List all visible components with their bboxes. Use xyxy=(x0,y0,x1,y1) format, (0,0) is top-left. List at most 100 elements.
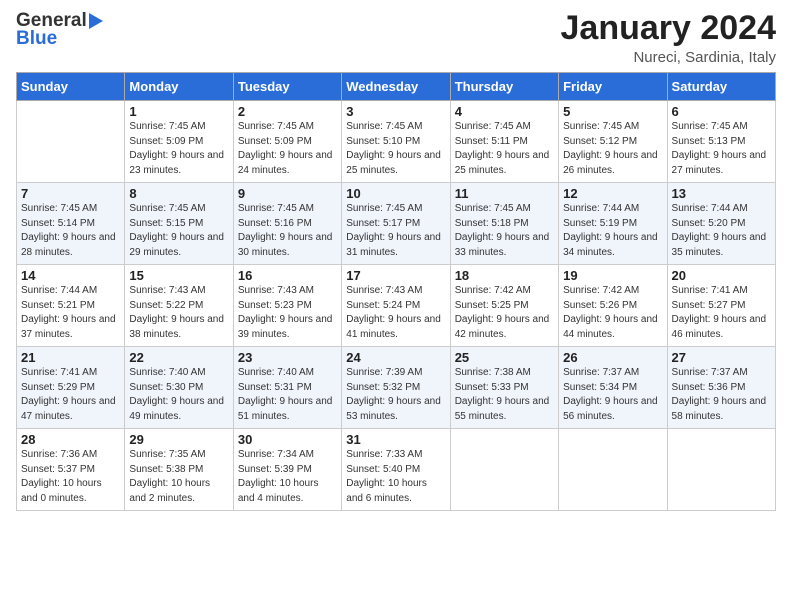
cell-info: Sunrise: 7:44 AMSunset: 5:20 PMDaylight:… xyxy=(672,202,771,260)
cell-info: Sunrise: 7:43 AMSunset: 5:23 PMDaylight:… xyxy=(238,284,337,342)
col-saturday: Saturday xyxy=(667,73,775,101)
cell-info: Sunrise: 7:44 AMSunset: 5:19 PMDaylight:… xyxy=(563,202,662,260)
table-row xyxy=(559,429,667,511)
cell-info: Sunrise: 7:40 AMSunset: 5:31 PMDaylight:… xyxy=(238,366,337,424)
table-row: 7Sunrise: 7:45 AMSunset: 5:14 PMDaylight… xyxy=(17,183,125,265)
day-number: 12 xyxy=(563,186,662,201)
cell-info: Sunrise: 7:45 AMSunset: 5:13 PMDaylight:… xyxy=(672,120,771,178)
cell-info: Sunrise: 7:44 AMSunset: 5:21 PMDaylight:… xyxy=(21,284,120,342)
table-row: 8Sunrise: 7:45 AMSunset: 5:15 PMDaylight… xyxy=(125,183,233,265)
cell-info: Sunrise: 7:33 AMSunset: 5:40 PMDaylight:… xyxy=(346,448,445,506)
day-number: 16 xyxy=(238,268,337,283)
location-title: Nureci, Sardinia, Italy xyxy=(561,49,777,66)
cell-info: Sunrise: 7:37 AMSunset: 5:36 PMDaylight:… xyxy=(672,366,771,424)
cell-info: Sunrise: 7:45 AMSunset: 5:17 PMDaylight:… xyxy=(346,202,445,260)
cell-info: Sunrise: 7:35 AMSunset: 5:38 PMDaylight:… xyxy=(129,448,228,506)
table-row: 24Sunrise: 7:39 AMSunset: 5:32 PMDayligh… xyxy=(342,347,450,429)
calendar-week-row: 14Sunrise: 7:44 AMSunset: 5:21 PMDayligh… xyxy=(17,265,776,347)
table-row: 13Sunrise: 7:44 AMSunset: 5:20 PMDayligh… xyxy=(667,183,775,265)
logo-blue: Blue xyxy=(16,28,57,49)
table-row: 14Sunrise: 7:44 AMSunset: 5:21 PMDayligh… xyxy=(17,265,125,347)
cell-info: Sunrise: 7:45 AMSunset: 5:16 PMDaylight:… xyxy=(238,202,337,260)
table-row: 25Sunrise: 7:38 AMSunset: 5:33 PMDayligh… xyxy=(450,347,558,429)
title-area: January 2024 Nureci, Sardinia, Italy xyxy=(561,10,777,66)
col-sunday: Sunday xyxy=(17,73,125,101)
table-row: 17Sunrise: 7:43 AMSunset: 5:24 PMDayligh… xyxy=(342,265,450,347)
cell-info: Sunrise: 7:40 AMSunset: 5:30 PMDaylight:… xyxy=(129,366,228,424)
col-friday: Friday xyxy=(559,73,667,101)
day-number: 18 xyxy=(455,268,554,283)
table-row: 15Sunrise: 7:43 AMSunset: 5:22 PMDayligh… xyxy=(125,265,233,347)
table-row: 16Sunrise: 7:43 AMSunset: 5:23 PMDayligh… xyxy=(233,265,341,347)
day-number: 31 xyxy=(346,432,445,447)
table-row: 31Sunrise: 7:33 AMSunset: 5:40 PMDayligh… xyxy=(342,429,450,511)
table-row: 27Sunrise: 7:37 AMSunset: 5:36 PMDayligh… xyxy=(667,347,775,429)
day-header-row: Sunday Monday Tuesday Wednesday Thursday… xyxy=(17,73,776,101)
table-row xyxy=(450,429,558,511)
day-number: 23 xyxy=(238,350,337,365)
cell-info: Sunrise: 7:43 AMSunset: 5:24 PMDaylight:… xyxy=(346,284,445,342)
cell-info: Sunrise: 7:39 AMSunset: 5:32 PMDaylight:… xyxy=(346,366,445,424)
table-row: 1Sunrise: 7:45 AMSunset: 5:09 PMDaylight… xyxy=(125,101,233,183)
day-number: 20 xyxy=(672,268,771,283)
day-number: 8 xyxy=(129,186,228,201)
calendar-page: General Blue January 2024 Nureci, Sardin… xyxy=(0,0,792,612)
table-row: 9Sunrise: 7:45 AMSunset: 5:16 PMDaylight… xyxy=(233,183,341,265)
day-number: 4 xyxy=(455,104,554,119)
table-row: 26Sunrise: 7:37 AMSunset: 5:34 PMDayligh… xyxy=(559,347,667,429)
cell-info: Sunrise: 7:42 AMSunset: 5:25 PMDaylight:… xyxy=(455,284,554,342)
cell-info: Sunrise: 7:34 AMSunset: 5:39 PMDaylight:… xyxy=(238,448,337,506)
day-number: 1 xyxy=(129,104,228,119)
cell-info: Sunrise: 7:41 AMSunset: 5:27 PMDaylight:… xyxy=(672,284,771,342)
table-row: 30Sunrise: 7:34 AMSunset: 5:39 PMDayligh… xyxy=(233,429,341,511)
table-row: 10Sunrise: 7:45 AMSunset: 5:17 PMDayligh… xyxy=(342,183,450,265)
day-number: 2 xyxy=(238,104,337,119)
table-row: 23Sunrise: 7:40 AMSunset: 5:31 PMDayligh… xyxy=(233,347,341,429)
day-number: 29 xyxy=(129,432,228,447)
table-row: 18Sunrise: 7:42 AMSunset: 5:25 PMDayligh… xyxy=(450,265,558,347)
calendar-week-row: 21Sunrise: 7:41 AMSunset: 5:29 PMDayligh… xyxy=(17,347,776,429)
cell-info: Sunrise: 7:45 AMSunset: 5:10 PMDaylight:… xyxy=(346,120,445,178)
cell-info: Sunrise: 7:38 AMSunset: 5:33 PMDaylight:… xyxy=(455,366,554,424)
table-row: 6Sunrise: 7:45 AMSunset: 5:13 PMDaylight… xyxy=(667,101,775,183)
cell-info: Sunrise: 7:37 AMSunset: 5:34 PMDaylight:… xyxy=(563,366,662,424)
cell-info: Sunrise: 7:45 AMSunset: 5:15 PMDaylight:… xyxy=(129,202,228,260)
day-number: 6 xyxy=(672,104,771,119)
cell-info: Sunrise: 7:45 AMSunset: 5:11 PMDaylight:… xyxy=(455,120,554,178)
cell-info: Sunrise: 7:36 AMSunset: 5:37 PMDaylight:… xyxy=(21,448,120,506)
col-monday: Monday xyxy=(125,73,233,101)
day-number: 25 xyxy=(455,350,554,365)
table-row: 19Sunrise: 7:42 AMSunset: 5:26 PMDayligh… xyxy=(559,265,667,347)
day-number: 5 xyxy=(563,104,662,119)
logo-area: General Blue xyxy=(16,10,104,50)
day-number: 22 xyxy=(129,350,228,365)
cell-info: Sunrise: 7:45 AMSunset: 5:09 PMDaylight:… xyxy=(238,120,337,178)
cell-info: Sunrise: 7:42 AMSunset: 5:26 PMDaylight:… xyxy=(563,284,662,342)
table-row: 11Sunrise: 7:45 AMSunset: 5:18 PMDayligh… xyxy=(450,183,558,265)
table-row: 12Sunrise: 7:44 AMSunset: 5:19 PMDayligh… xyxy=(559,183,667,265)
cell-info: Sunrise: 7:45 AMSunset: 5:09 PMDaylight:… xyxy=(129,120,228,178)
day-number: 28 xyxy=(21,432,120,447)
day-number: 26 xyxy=(563,350,662,365)
calendar-week-row: 1Sunrise: 7:45 AMSunset: 5:09 PMDaylight… xyxy=(17,101,776,183)
day-number: 21 xyxy=(21,350,120,365)
cell-info: Sunrise: 7:45 AMSunset: 5:12 PMDaylight:… xyxy=(563,120,662,178)
day-number: 30 xyxy=(238,432,337,447)
col-thursday: Thursday xyxy=(450,73,558,101)
table-row: 4Sunrise: 7:45 AMSunset: 5:11 PMDaylight… xyxy=(450,101,558,183)
day-number: 24 xyxy=(346,350,445,365)
day-number: 9 xyxy=(238,186,337,201)
day-number: 17 xyxy=(346,268,445,283)
cell-info: Sunrise: 7:41 AMSunset: 5:29 PMDaylight:… xyxy=(21,366,120,424)
day-number: 10 xyxy=(346,186,445,201)
table-row: 21Sunrise: 7:41 AMSunset: 5:29 PMDayligh… xyxy=(17,347,125,429)
cell-info: Sunrise: 7:45 AMSunset: 5:14 PMDaylight:… xyxy=(21,202,120,260)
table-row xyxy=(17,101,125,183)
table-row: 28Sunrise: 7:36 AMSunset: 5:37 PMDayligh… xyxy=(17,429,125,511)
col-tuesday: Tuesday xyxy=(233,73,341,101)
day-number: 3 xyxy=(346,104,445,119)
day-number: 15 xyxy=(129,268,228,283)
table-row: 5Sunrise: 7:45 AMSunset: 5:12 PMDaylight… xyxy=(559,101,667,183)
day-number: 7 xyxy=(21,186,120,201)
calendar-week-row: 7Sunrise: 7:45 AMSunset: 5:14 PMDaylight… xyxy=(17,183,776,265)
